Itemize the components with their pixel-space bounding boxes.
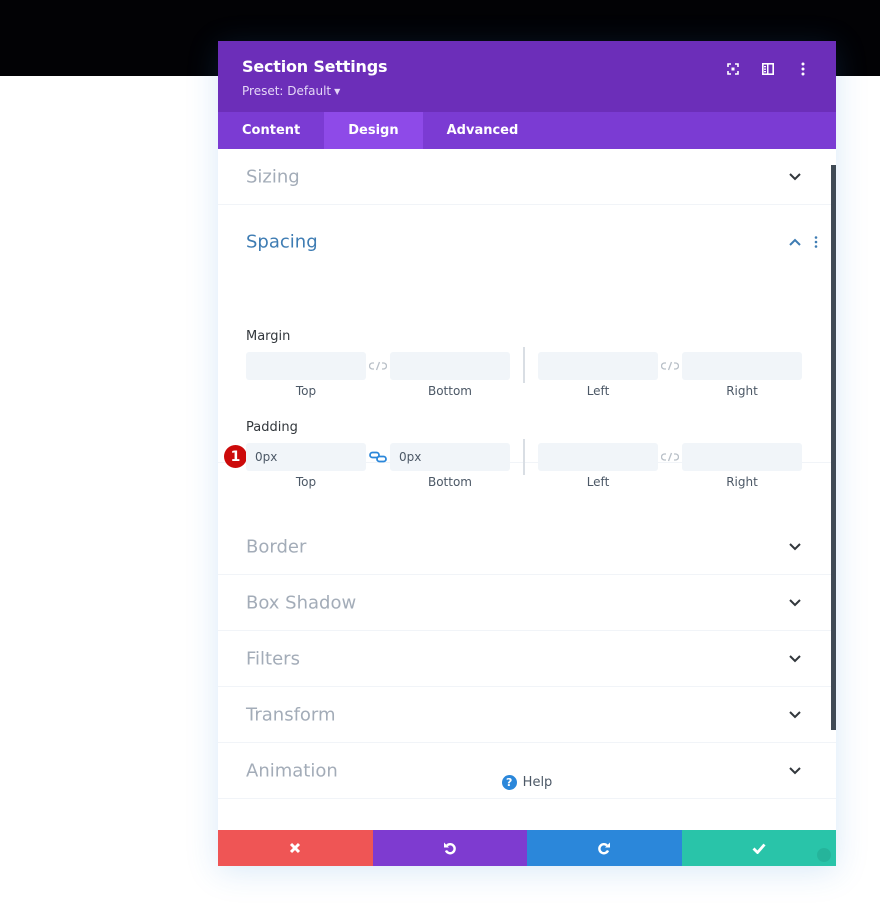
split-view-button[interactable]	[753, 59, 783, 79]
help-label: Help	[522, 775, 553, 790]
spacing-options-icon[interactable]	[814, 236, 818, 248]
padding-bottom-label: Bottom	[427, 475, 472, 489]
cancel-icon	[290, 842, 301, 854]
section-border-title: Border	[246, 536, 307, 557]
link-linked-icon[interactable]	[369, 451, 387, 463]
section-transform-title: Transform	[246, 704, 336, 725]
margin-label: Margin	[246, 329, 291, 344]
fullscreen-button[interactable]	[718, 59, 748, 79]
margin-bottom-label: Bottom	[427, 384, 472, 398]
section-spacing-title[interactable]: Spacing	[246, 232, 318, 253]
padding-top-input[interactable]: 0px	[246, 443, 366, 471]
section-box-shadow[interactable]: Box Shadow	[218, 575, 836, 631]
chevron-up-icon[interactable]	[788, 237, 802, 247]
preset-label: Preset: Default	[242, 84, 332, 98]
tab-advanced[interactable]: Advanced	[423, 112, 543, 149]
section-animation[interactable]: Animation	[218, 743, 836, 799]
padding-right-label: Right	[726, 475, 758, 489]
section-box-shadow-title: Box Shadow	[246, 592, 357, 613]
chevron-down-icon	[789, 172, 801, 180]
help-link[interactable]: ? Help	[218, 775, 836, 790]
modal-header[interactable]: Section Settings Preset: Default ▼	[218, 41, 836, 112]
section-settings-modal: Section Settings Preset: Default ▼ Conte…	[218, 41, 836, 866]
margin-top-input[interactable]	[246, 352, 366, 380]
margin-top-label: Top	[295, 384, 317, 398]
padding-right-input[interactable]	[682, 443, 802, 471]
undo-icon	[443, 842, 456, 855]
chevron-down-icon	[789, 654, 801, 662]
chevron-down-icon	[789, 542, 801, 550]
padding-left-label: Left	[586, 475, 610, 489]
preset-caret-icon: ▼	[334, 87, 341, 96]
link-unlinked-icon[interactable]	[661, 451, 679, 463]
cancel-button[interactable]	[218, 830, 373, 866]
margin-bottom-input[interactable]	[390, 352, 510, 380]
section-filters[interactable]: Filters	[218, 631, 836, 687]
undo-button[interactable]	[372, 830, 527, 866]
margin-right-input[interactable]	[682, 352, 802, 380]
resize-handle-icon[interactable]	[817, 848, 831, 862]
margin-left-label: Left	[586, 384, 610, 398]
save-check-icon	[752, 843, 766, 854]
link-unlinked-icon[interactable]	[661, 360, 679, 372]
tab-design[interactable]: Design	[324, 112, 423, 149]
margin-right-label: Right	[726, 384, 758, 398]
padding-top-label: Top	[295, 475, 317, 489]
link-unlinked-icon[interactable]	[369, 360, 387, 372]
margin-divider	[523, 347, 525, 383]
split-view-icon	[762, 63, 774, 75]
modal-footer	[218, 830, 836, 866]
more-options-icon	[801, 62, 805, 76]
fullscreen-icon	[727, 63, 739, 75]
settings-content: Sizing Spacing Margin Top Bottom Left Ri…	[218, 149, 836, 830]
padding-divider	[523, 439, 525, 475]
modal-title: Section Settings	[242, 57, 388, 76]
section-transform[interactable]: Transform	[218, 687, 836, 743]
more-options-button[interactable]	[788, 59, 818, 79]
section-sizing-title: Sizing	[246, 166, 300, 187]
section-spacing: Spacing Margin Top Bottom Left Right Pad…	[218, 205, 836, 489]
chevron-down-icon	[789, 598, 801, 606]
section-sizing[interactable]: Sizing	[218, 149, 836, 205]
margin-left-input[interactable]	[538, 352, 658, 380]
help-icon: ?	[501, 775, 517, 790]
padding-label: Padding	[246, 420, 298, 435]
tab-content[interactable]: Content	[218, 112, 324, 149]
padding-bottom-input[interactable]: 0px	[390, 443, 510, 471]
redo-icon	[598, 842, 611, 855]
section-filters-title: Filters	[246, 648, 300, 669]
annotation-badge: 1	[224, 445, 247, 468]
save-button[interactable]	[681, 830, 836, 866]
preset-selector[interactable]: Preset: Default ▼	[242, 84, 340, 98]
tab-bar: Content Design Advanced	[218, 112, 836, 149]
padding-left-input[interactable]	[538, 443, 658, 471]
redo-button[interactable]	[527, 830, 682, 866]
scrollbar[interactable]	[831, 165, 836, 730]
chevron-down-icon	[789, 710, 801, 718]
chevron-down-icon	[789, 766, 801, 774]
section-border[interactable]: Border	[218, 519, 836, 575]
